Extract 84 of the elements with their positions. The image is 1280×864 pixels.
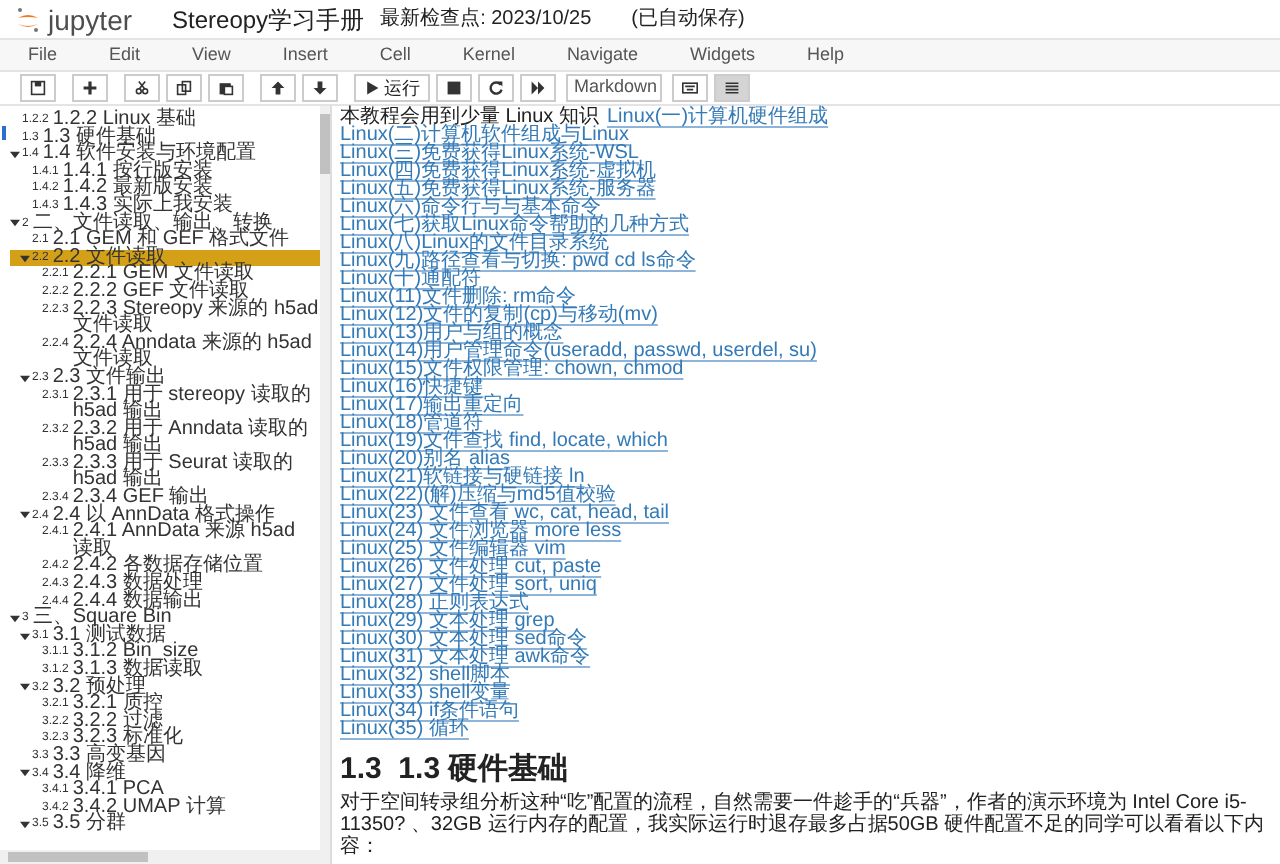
link[interactable]: Linux(12)文件的复制(cp)与移动(mv) xyxy=(340,304,658,326)
toc-label: 3.2 预处理 xyxy=(52,679,147,697)
menu-item[interactable]: Widgets xyxy=(689,41,755,69)
caret-down-icon[interactable] xyxy=(10,149,20,160)
toc-label: 2.2.2 GEF 文件读取 xyxy=(72,283,250,302)
link[interactable]: Linux(16)快捷键 xyxy=(340,376,484,398)
toc-label: 2.3 文件输出 xyxy=(52,369,167,387)
play-icon xyxy=(364,80,380,96)
toc-label: 3.1.2 Bin_size xyxy=(72,644,199,662)
toc-label: 3.4 降维 xyxy=(52,765,127,783)
restart-button[interactable] xyxy=(478,74,514,102)
link[interactable]: Linux(32) shell脚本 xyxy=(340,664,511,686)
app-name: jupyter xyxy=(48,5,133,33)
toc-label: 3.5 分群 xyxy=(52,816,127,834)
copy-icon xyxy=(176,80,192,96)
intro-text: 本教程会用到少量 Linux 知识 xyxy=(340,108,599,126)
save-icon xyxy=(30,80,46,96)
fast-forward-button[interactable] xyxy=(520,74,556,102)
menu-item[interactable]: Insert xyxy=(282,41,328,69)
menu-item[interactable]: Navigate xyxy=(566,41,638,69)
caret-down-icon[interactable] xyxy=(20,373,30,384)
link[interactable]: Linux(六)命令行与与基本命令 xyxy=(340,196,602,218)
toc-label: 2.2.1 GEM 文件读取 xyxy=(72,266,254,284)
caret-down-icon[interactable] xyxy=(20,253,30,264)
arrow-up-icon xyxy=(270,80,286,96)
horizontal-scrollbar[interactable] xyxy=(0,850,330,864)
list-icon xyxy=(724,80,740,96)
link[interactable]: Linux(一)计算机硬件组成 xyxy=(606,108,829,126)
scissors-button[interactable] xyxy=(124,74,160,102)
link[interactable]: Linux(四)免费获得Linux系统-虚拟机 xyxy=(340,160,656,182)
toc-label: 2.4 以 AnnData 格式操作 xyxy=(52,507,275,525)
menu-item[interactable]: Help xyxy=(806,41,844,69)
menu-item[interactable]: Edit xyxy=(109,41,141,69)
toc-button[interactable] xyxy=(714,74,750,102)
caret-down-icon[interactable] xyxy=(10,218,20,229)
toc-label: 1.3 硬件基础 xyxy=(42,129,157,147)
checkpoint-text: 最新检查点: 2023/10/25 xyxy=(380,9,592,29)
cell-type-dropdown[interactable]: Markdown xyxy=(566,74,662,102)
stop-icon xyxy=(446,80,462,96)
copy-button[interactable] xyxy=(166,74,202,102)
toc-label: 3.4.1 PCA xyxy=(72,782,164,800)
link[interactable]: Linux(25) 文件编辑器 vim xyxy=(340,538,566,560)
arrow-down-button[interactable] xyxy=(302,74,338,102)
toc-label: 1.4 软件安装与环境配置 xyxy=(42,146,257,164)
toc-label: 3.2.1 质控 xyxy=(72,696,163,714)
link[interactable]: Linux(24) 文件浏览器 more less xyxy=(340,520,622,542)
paragraph: 对于空间转录组分析这种“吃”配置的流程，自然需要一件趁手的“兵器”，作者的演示环境为 Intel Core i5-11350? 、32GB 运行内存的配置，我实际运行时退存最多占据50GB 硬件配置不足的同学可以看看以下内容： xyxy=(340,792,1267,858)
caret-down-icon[interactable] xyxy=(20,682,30,693)
save-button[interactable] xyxy=(20,74,56,102)
menu-item[interactable]: Kernel xyxy=(462,41,515,69)
paste-icon xyxy=(218,80,234,96)
restart-icon xyxy=(488,80,504,96)
keyboard-button[interactable] xyxy=(672,74,708,102)
fast-forward-icon xyxy=(530,80,546,96)
arrow-down-icon xyxy=(312,80,328,96)
jupyter-logo-icon xyxy=(16,5,40,33)
section-heading: 1.3 1.3 硬件基础 xyxy=(340,754,571,786)
menu-item[interactable]: View xyxy=(192,41,231,69)
toc-label: 3.3 高变基因 xyxy=(52,747,167,766)
autosave-status: (已自动保存) xyxy=(631,9,745,29)
toc-label: 3.1 测试数据 xyxy=(52,627,167,645)
menu-item[interactable]: File xyxy=(28,41,58,69)
scrollbar[interactable] xyxy=(320,106,330,850)
link[interactable]: Linux(19)文件查找 find, locate, which xyxy=(340,430,668,452)
caret-down-icon[interactable] xyxy=(20,510,30,521)
caret-down-icon[interactable] xyxy=(20,768,30,779)
menu-item[interactable]: Cell xyxy=(379,41,411,69)
caret-down-icon[interactable] xyxy=(20,820,30,831)
link[interactable]: Linux(15)文件权限管理: chown, chmod xyxy=(340,358,684,380)
toc-label: 2.4.4 数据输出 xyxy=(72,593,203,611)
plus-button[interactable] xyxy=(72,74,108,102)
stop-button[interactable] xyxy=(436,74,472,102)
link[interactable]: Linux(八)Linux的文件目录系统 xyxy=(340,232,609,254)
notebook-title[interactable]: Stereopy学习手册 xyxy=(172,7,365,31)
arrow-up-button[interactable] xyxy=(260,74,296,102)
toc-label: 1.4.2 最新版安装 xyxy=(62,180,213,198)
link[interactable]: Linux(13)用户与组的概念 xyxy=(340,322,564,344)
toc-label: 2.2 文件读取 xyxy=(52,249,167,267)
run-button[interactable]: 运行 xyxy=(354,74,430,102)
plus-icon xyxy=(82,80,98,96)
link[interactable]: Linux(35) 循环 xyxy=(340,718,469,740)
keyboard-icon xyxy=(682,80,698,96)
scissors-icon xyxy=(134,80,150,96)
paste-button[interactable] xyxy=(208,74,244,102)
